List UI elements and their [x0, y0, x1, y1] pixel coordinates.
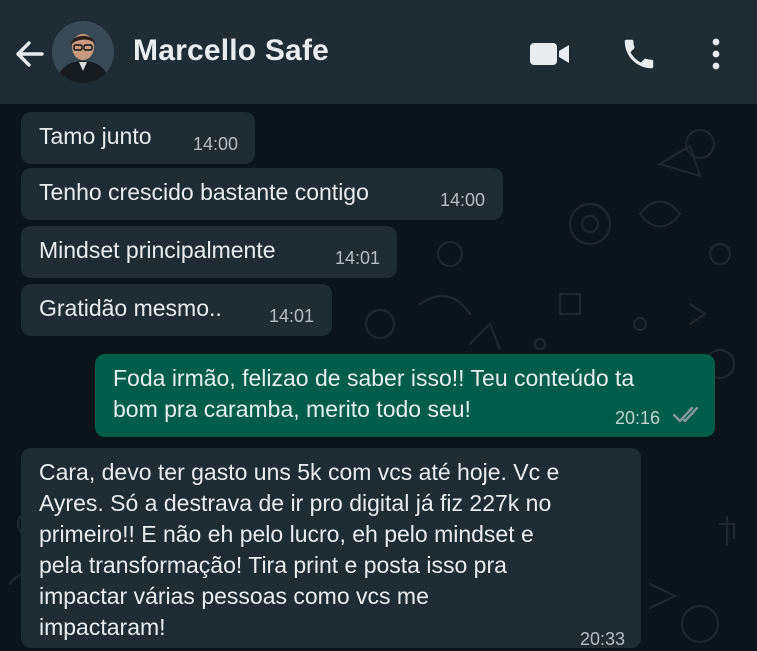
avatar-image — [52, 21, 114, 83]
phone-icon[interactable] — [620, 35, 658, 73]
read-receipt-icon — [673, 406, 699, 423]
contact-name[interactable]: Marcello Safe — [133, 34, 329, 68]
message-text-line: Foda irmão, felizao de saber isso!! Teu … — [113, 365, 635, 391]
message-text-line: impactar várias pessoas como vcs me — [39, 583, 429, 609]
message-bubble-incoming[interactable]: Mindset principalmente 14:01 — [21, 226, 397, 278]
message-time: 14:01 — [335, 248, 381, 268]
message-time: 20:16 — [615, 408, 661, 428]
message-time: 14:01 — [269, 306, 315, 326]
message-time: 14:00 — [193, 134, 239, 154]
message-text-line: Ayres. Só a destrava de ir pro digital j… — [39, 490, 552, 516]
message-bubble-outgoing[interactable]: Foda irmão, felizao de saber isso!! Teu … — [95, 354, 715, 437]
message-text-line: pela transformação! Tira print e posta i… — [39, 552, 507, 578]
message-text-line: impactaram! — [39, 614, 166, 640]
message-bubble-incoming[interactable]: Tenho crescido bastante contigo 14:00 — [21, 168, 503, 220]
message-bubble-incoming[interactable]: Cara, devo ter gasto uns 5k com vcs até … — [21, 448, 641, 649]
chat-header: Marcello Safe — [0, 0, 757, 104]
message-bubble-incoming[interactable]: Gratidão mesmo.. 14:01 — [21, 284, 332, 336]
message-text: Gratidão mesmo.. — [39, 295, 222, 321]
message-text: Mindset principalmente — [39, 237, 276, 263]
more-vertical-icon[interactable] — [706, 36, 726, 72]
message-time: 14:00 — [440, 190, 486, 210]
message-text: Tenho crescido bastante contigo — [39, 179, 369, 205]
video-camera-icon[interactable] — [528, 40, 572, 68]
message-bubble-incoming[interactable]: Tamo junto 14:00 — [21, 112, 255, 164]
message-text-line: primeiro!! E não eh pelo lucro, eh pelo … — [39, 521, 534, 547]
message-text-line: Cara, devo ter gasto uns 5k com vcs até … — [39, 459, 560, 485]
chat-area[interactable]: Tamo junto 14:00 Tenho crescido bastante… — [0, 104, 757, 651]
arrow-left-icon[interactable] — [12, 36, 48, 72]
avatar[interactable] — [52, 21, 114, 83]
message-time: 20:33 — [580, 629, 626, 649]
message-text: Tamo junto — [39, 123, 152, 149]
